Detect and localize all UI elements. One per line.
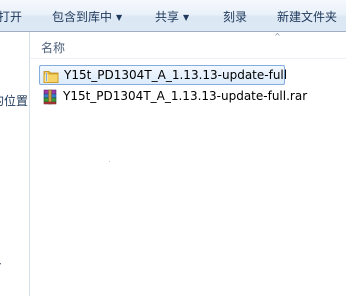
share-label: 共享 [155, 10, 180, 24]
chevron-down-icon: ▼ [116, 13, 123, 22]
new-folder-button[interactable]: 新建文件夹 [277, 8, 337, 26]
header-divider [30, 58, 346, 59]
folder-icon [43, 71, 59, 83]
open-button[interactable]: 打开 [0, 8, 22, 26]
file-name: Y15t_PD1304T_A_1.13.13-update-full [64, 68, 288, 82]
nav-item-label[interactable]: ネ [0, 253, 2, 270]
file-row-archive[interactable]: Y15t_PD1304T_A_1.13.13-update-full.rar [39, 87, 307, 107]
nav-item-label[interactable]: 的位置 [0, 92, 28, 109]
rar-archive-icon [43, 89, 57, 105]
file-list[interactable]: 名称 ^ Y15t_PD1304T_A_1.13.13-update-full … [30, 32, 346, 296]
sort-ascending-icon: ^ [274, 32, 281, 41]
column-header-name[interactable]: 名称 ^ [30, 32, 346, 58]
column-name-label: 名称 [41, 41, 66, 55]
file-name: Y15t_PD1304T_A_1.13.13-update-full.rar [63, 89, 308, 103]
share-button[interactable]: 共享 ▼ [155, 8, 189, 26]
include-in-library-label: 包含到库中 [52, 10, 113, 24]
file-row-folder[interactable]: Y15t_PD1304T_A_1.13.13-update-full [39, 65, 288, 85]
artifact-dot [109, 161, 110, 162]
command-bar: 打开 包含到库中 ▼ 共享 ▼ 刻录 新建文件夹 [0, 0, 346, 32]
include-in-library-button[interactable]: 包含到库中 ▼ [52, 8, 122, 26]
burn-button[interactable]: 刻录 [223, 8, 247, 26]
navigation-pane[interactable]: 的位置 ネ [0, 32, 29, 296]
chevron-down-icon: ▼ [183, 13, 190, 22]
